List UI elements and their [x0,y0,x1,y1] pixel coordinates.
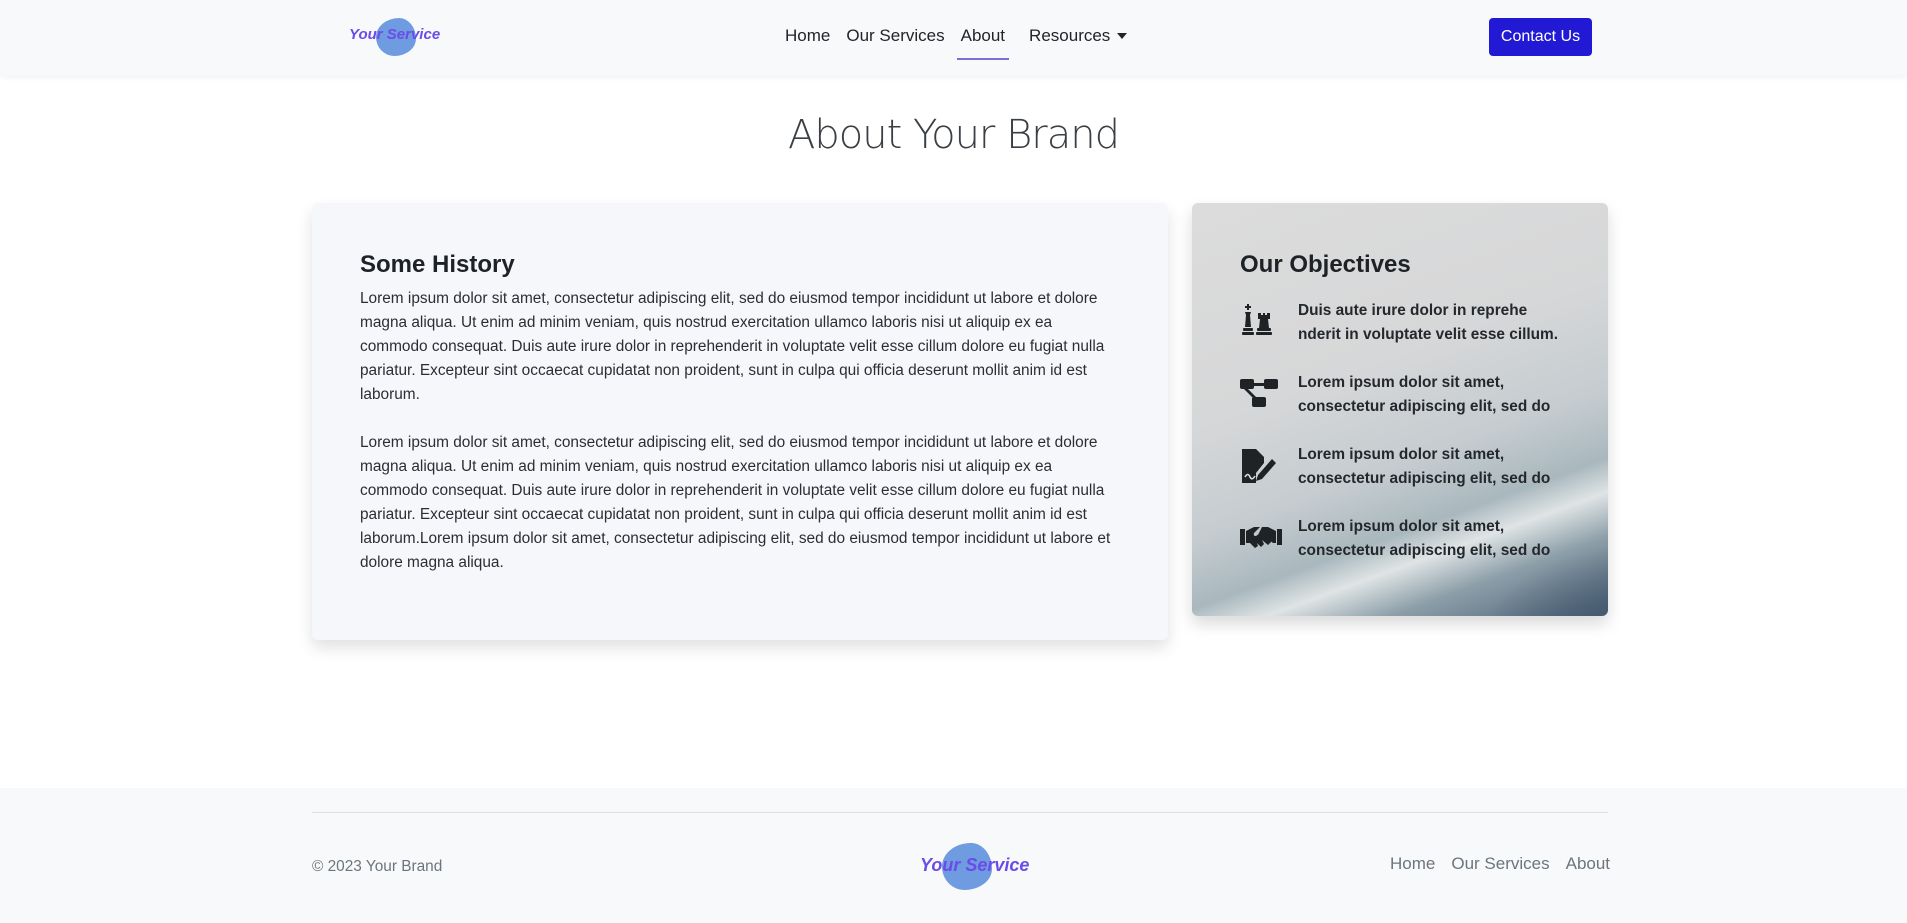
network-icon [1240,375,1280,415]
nav-link-our-services[interactable]: Our Services [838,24,952,48]
footer-link-home[interactable]: Home [1382,854,1443,874]
history-paragraph: Lorem ipsum dolor sit amet, consectetur … [360,434,1111,571]
footer-divider [312,812,1608,813]
history-card: Some History Lorem ipsum dolor sit amet,… [312,203,1168,640]
nav-dropdown-resources-label: Resources [1029,26,1111,45]
history-heading: Some History [360,251,515,278]
contact-us-button[interactable]: Contact Us [1489,18,1592,56]
objective-item: Duis aute irure dolor in reprehe nderit … [1240,299,1560,347]
file-signature-icon [1240,447,1280,487]
objective-text: Lorem ipsum dolor sit amet, consectetur … [1298,518,1551,559]
objective-item: Lorem ipsum dolor sit amet, consectetur … [1240,443,1560,491]
nav-link-home[interactable]: Home [777,24,838,48]
history-paragraph: Lorem ipsum dolor sit amet, consectetur … [360,290,1105,403]
footer-links: Home Our Services About [1382,854,1618,874]
objectives-heading: Our Objectives [1240,251,1411,278]
objective-text: Duis aute irure dolor in reprehe nderit … [1298,302,1559,343]
navbar: Your Service Home Our Services About Res… [0,0,1907,75]
footer-link-about[interactable]: About [1558,854,1618,874]
nav-links: Home Our Services About Resources [777,24,1135,60]
footer-brand-name: Your Service [920,855,1030,875]
objective-item: Lorem ipsum dolor sit amet, consectetur … [1240,371,1560,419]
objectives-card: Our Objectives Duis aute irure dolor in [1192,203,1608,616]
copyright-text: © 2023 Your Brand [312,858,443,875]
page-title: About Your Brand [788,112,1120,158]
objective-text: Lorem ipsum dolor sit amet, consectetur … [1298,374,1551,415]
chess-icon [1240,303,1280,343]
nav-dropdown-resources[interactable]: Resources [1021,24,1135,48]
brand-name: Your Service [349,26,441,43]
footer-link-our-services[interactable]: Our Services [1443,854,1557,874]
chevron-down-icon [1117,33,1128,39]
handshake-icon [1240,519,1282,559]
brand-logo[interactable]: Your Service [346,16,446,56]
footer-brand-logo[interactable]: Your Service [918,840,1038,890]
objective-item: Lorem ipsum dolor sit amet, consectetur … [1240,515,1560,563]
footer: © 2023 Your Brand Your Service Home Our … [0,788,1907,923]
objective-text: Lorem ipsum dolor sit amet, consectetur … [1298,446,1551,487]
nav-link-about[interactable]: About [953,24,1013,60]
